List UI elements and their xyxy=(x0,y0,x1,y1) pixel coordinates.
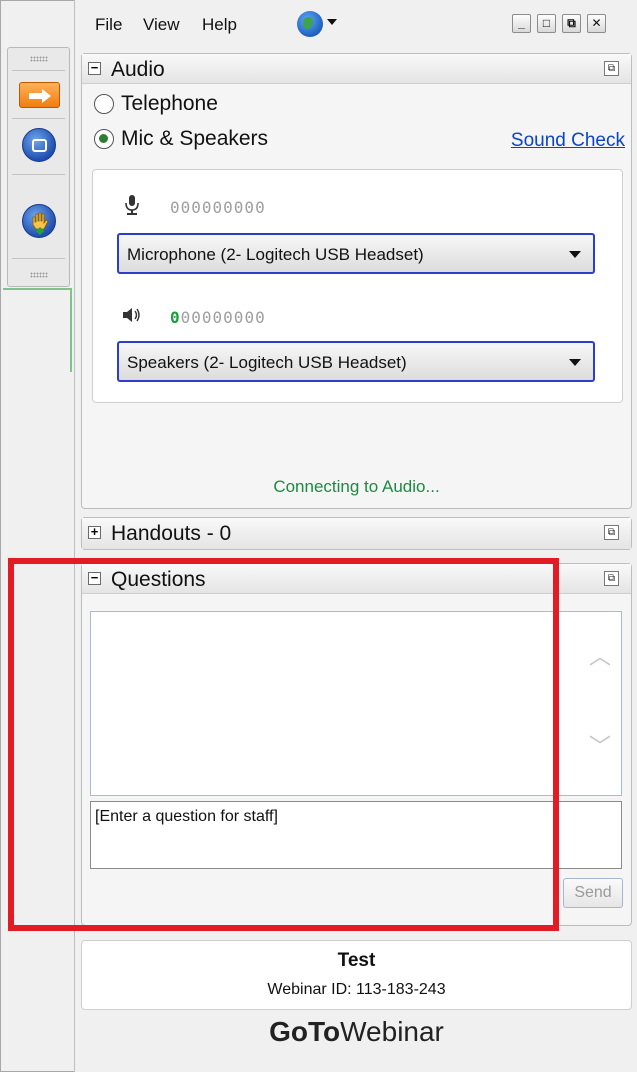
speaker-select-value: Speakers (2- Logitech USB Headset) xyxy=(127,353,407,372)
handouts-title: Handouts - 0 xyxy=(111,522,232,545)
language-globe-icon[interactable] xyxy=(297,11,323,37)
toolbar-grip-top[interactable] xyxy=(30,56,48,62)
show-panel-button[interactable] xyxy=(19,82,60,108)
square-icon xyxy=(32,139,47,152)
handouts-panel: + Handouts - 0 ⧉ xyxy=(81,517,632,550)
collapse-audio-button[interactable]: − xyxy=(88,61,101,75)
scroll-down-icon[interactable]: ﹀ xyxy=(589,736,611,758)
webinar-title: Test xyxy=(337,950,376,971)
mic-speakers-label[interactable]: Mic & Speakers xyxy=(121,127,268,151)
sound-check-link[interactable]: Sound Check xyxy=(511,130,625,152)
brand-rest: Webinar xyxy=(340,1016,444,1047)
audio-status-text: Connecting to Audio... xyxy=(273,477,440,496)
microphone-select-value: Microphone (2- Logitech USB Headset) xyxy=(127,245,424,264)
webinar-info: Test Webinar ID: 113-183-243 xyxy=(81,940,632,1010)
attendee-status-bar-edge xyxy=(70,288,72,372)
chevron-down-icon xyxy=(569,251,581,258)
audio-title: Audio xyxy=(111,58,165,81)
expand-handouts-button[interactable]: + xyxy=(88,525,101,539)
chevron-down-icon xyxy=(569,359,581,366)
webinar-id: Webinar ID: 113-183-243 xyxy=(267,981,446,998)
popout-icon[interactable]: ⧉ xyxy=(604,525,619,540)
minimize-button[interactable]: _ xyxy=(512,14,531,33)
popout-icon[interactable]: ⧉ xyxy=(604,61,619,76)
audio-devices-box: 000000000 Microphone (2- Logitech USB He… xyxy=(92,169,623,403)
scroll-up-icon[interactable]: ︿ xyxy=(589,646,611,668)
hand-icon xyxy=(32,212,49,235)
menu-view[interactable]: View xyxy=(143,15,180,35)
telephone-label[interactable]: Telephone xyxy=(121,92,218,116)
screen-view-button[interactable] xyxy=(22,128,56,162)
speaker-icon xyxy=(123,308,140,322)
gotowebinar-logo: GoToWebinar xyxy=(75,1016,637,1048)
brand-bold: GoTo xyxy=(269,1016,341,1047)
speaker-level-rest: 00000000 xyxy=(180,308,266,327)
menu-file[interactable]: File xyxy=(95,15,122,35)
speaker-level-meter: 000000000 xyxy=(170,308,266,327)
toolbar-divider xyxy=(12,174,65,175)
telephone-radio[interactable] xyxy=(94,94,114,114)
arrow-right-icon xyxy=(29,89,51,103)
toolbar-divider xyxy=(12,70,65,71)
toolbar-grip-bottom[interactable] xyxy=(30,272,48,278)
send-button[interactable]: Send xyxy=(563,878,623,908)
audio-panel-header: − Audio ⧉ xyxy=(82,54,631,84)
chevron-down-icon[interactable] xyxy=(327,19,337,25)
microphone-select[interactable]: Microphone (2- Logitech USB Headset) xyxy=(117,233,595,274)
control-panel-toolbar xyxy=(7,47,70,287)
maximize-button[interactable]: □ xyxy=(537,14,556,33)
popout-icon[interactable]: ⧉ xyxy=(604,571,619,586)
menu-help[interactable]: Help xyxy=(202,15,237,35)
mic-level-meter: 000000000 xyxy=(170,198,266,217)
menu-bar: File View Help _ □ ⧉ ✕ xyxy=(75,0,637,48)
restore-button[interactable]: ⧉ xyxy=(562,14,581,33)
handouts-panel-header[interactable]: + Handouts - 0 ⧉ xyxy=(82,518,631,549)
speaker-select[interactable]: Speakers (2- Logitech USB Headset) xyxy=(117,341,595,382)
toolbar-divider xyxy=(12,118,65,119)
mic-speakers-radio[interactable] xyxy=(94,129,114,149)
speaker-level-active: 0 xyxy=(170,308,181,327)
toolbar-divider xyxy=(12,258,65,259)
microphone-icon xyxy=(125,195,139,215)
close-button[interactable]: ✕ xyxy=(587,14,606,33)
attendee-status-bar xyxy=(3,288,72,290)
questions-highlight-box xyxy=(8,558,559,931)
raise-hand-button[interactable] xyxy=(22,204,56,238)
audio-panel: − Audio ⧉ Telephone Mic & Speakers Sound… xyxy=(81,53,632,509)
